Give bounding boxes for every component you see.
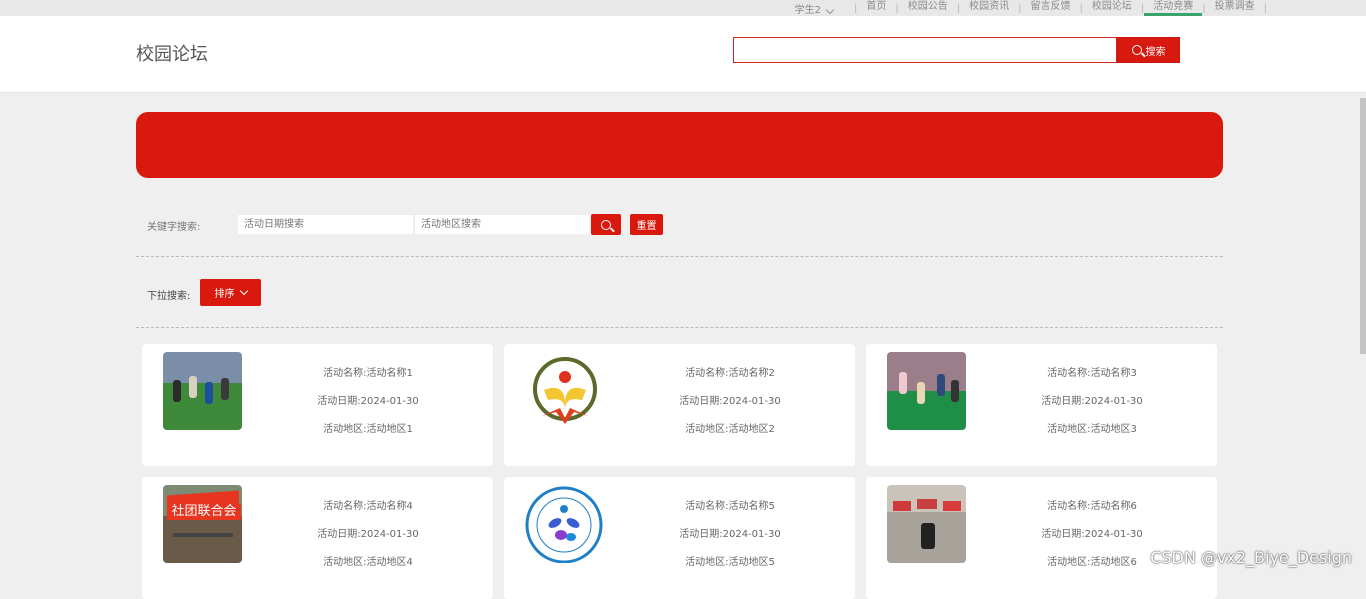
nav-voting[interactable]: 投票调查 [1213,0,1257,16]
keyword-search-label: 关键字搜索: [147,222,201,233]
nav-separator: | [1140,2,1145,14]
activity-location: 活动地区:活动地区1 [323,424,413,435]
chevron-down-icon [825,5,835,14]
activity-date: 活动日期:2024-01-30 [317,396,419,407]
header-search-input[interactable] [734,38,1116,60]
activity-date: 活动日期:2024-01-30 [1041,529,1143,540]
nav-separator: | [956,2,961,14]
location-search-input[interactable] [415,215,589,234]
nav-separator: | [1079,2,1083,14]
activity-info: 活动名称:活动名称1 活动日期:2024-01-30 活动地区:活动地区1 [278,360,458,444]
activity-location: 活动地区:活动地区5 [685,557,775,568]
top-nav-items: 学生2 | 首页 | 校园公告 | 校园资讯 | 留言反馈 | 校园论坛 | 活… [795,0,1274,16]
activity-card[interactable]: 活动名称:活动名称6 活动日期:2024-01-30 活动地区:活动地区6 [866,477,1217,599]
nav-announcements[interactable]: 校园公告 [906,0,950,16]
activity-date: 活动日期:2024-01-30 [679,529,781,540]
activity-name: 活动名称:活动名称6 [1047,501,1137,512]
page-scrollbar[interactable] [1360,98,1366,354]
site-title: 校园论坛 [136,44,208,65]
reset-button[interactable]: 重置 [630,214,663,235]
activity-info: 活动名称:活动名称3 活动日期:2024-01-30 活动地区:活动地区3 [1002,360,1182,444]
activity-location: 活动地区:活动地区3 [1047,424,1137,435]
activity-card[interactable]: 社团联合会 活动名称:活动名称4 活动日期:2024-01-30 活动地区:活动… [142,477,493,599]
activity-thumbnail: 社团联合会 [163,485,242,563]
nav-separator: | [854,2,858,14]
activity-date: 活动日期:2024-01-30 [1041,396,1143,407]
header-search-box [733,37,1117,63]
filter-search-button[interactable] [591,214,621,235]
activity-card[interactable]: 活动名称:活动名称2 活动日期:2024-01-30 活动地区:活动地区2 [504,344,855,466]
nav-home[interactable]: 首页 [864,0,888,16]
search-icon [601,219,611,230]
activity-info: 活动名称:活动名称2 活动日期:2024-01-30 活动地区:活动地区2 [640,360,820,444]
activity-location: 活动地区:活动地区2 [685,424,775,435]
activity-card[interactable]: 活动名称:活动名称3 活动日期:2024-01-30 活动地区:活动地区3 [866,344,1217,466]
divider [136,256,1223,257]
activity-name: 活动名称:活动名称4 [323,501,413,512]
activity-thumbnail [887,485,966,563]
club-logo [525,485,604,563]
nav-news[interactable]: 校园资讯 [967,0,1011,16]
divider [136,327,1223,328]
nav-competitions[interactable]: 活动竞赛 [1144,0,1203,16]
site-header: 校园论坛 搜索 [0,16,1366,93]
user-menu[interactable]: 学生2 [794,1,835,16]
activity-info: 活动名称:活动名称5 活动日期:2024-01-30 活动地区:活动地区5 [640,493,820,577]
club-logo [525,352,604,430]
activity-date: 活动日期:2024-01-30 [679,396,781,407]
activity-name: 活动名称:活动名称3 [1047,368,1137,379]
club-banner-text: 社团联合会 [167,504,241,520]
activity-thumbnail [887,352,966,430]
activity-name: 活动名称:活动名称1 [323,368,413,379]
date-search-field [237,214,414,235]
nav-separator: | [895,2,899,14]
nav-separator: | [1018,2,1022,14]
user-name: 学生2 [794,4,821,16]
activity-thumbnail [525,352,604,430]
nav-separator: | [1202,2,1206,14]
activity-thumbnail [163,352,242,430]
top-nav: 学生2 | 首页 | 校园公告 | 校园资讯 | 留言反馈 | 校园论坛 | 活… [0,0,1366,16]
banner [136,112,1223,178]
activity-thumbnail [525,485,604,563]
activity-info: 活动名称:活动名称4 活动日期:2024-01-30 活动地区:活动地区4 [278,493,458,577]
activity-card[interactable]: 活动名称:活动名称5 活动日期:2024-01-30 活动地区:活动地区5 [504,477,855,599]
watermark: CSDN @vx2_Biye_Design [1150,548,1352,567]
header-search-button[interactable]: 搜索 [1117,37,1180,63]
sort-dropdown[interactable]: 排序 [200,279,261,306]
nav-forum[interactable]: 校园论坛 [1090,0,1134,16]
activity-location: 活动地区:活动地区4 [323,557,413,568]
nav-separator: | [1263,2,1267,14]
activity-date: 活动日期:2024-01-30 [317,529,419,540]
nav-feedback[interactable]: 留言反馈 [1029,0,1073,16]
dropdown-search-label: 下拉搜索: [147,291,191,302]
chevron-down-icon [239,286,248,296]
activity-name: 活动名称:活动名称2 [685,368,775,379]
date-search-input[interactable] [238,215,413,234]
sort-dropdown-label: 排序 [214,289,235,300]
activity-card[interactable]: 活动名称:活动名称1 活动日期:2024-01-30 活动地区:活动地区1 [142,344,493,466]
location-search-field [414,214,590,235]
activity-name: 活动名称:活动名称5 [685,501,775,512]
search-icon [1131,45,1142,55]
search-button-label: 搜索 [1145,46,1166,58]
